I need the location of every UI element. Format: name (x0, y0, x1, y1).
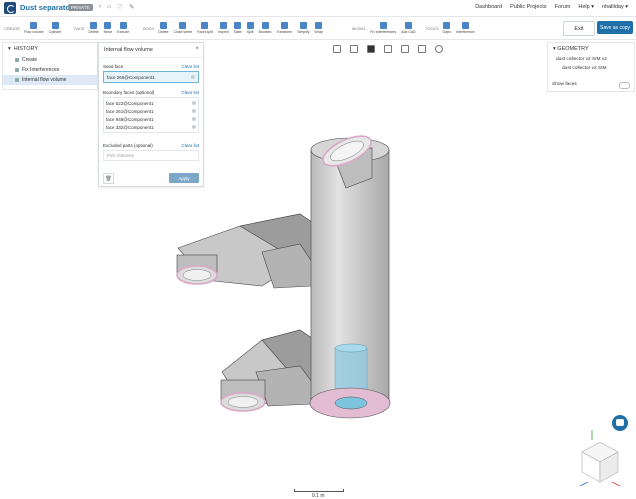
boundary-faces-list: face 522@Component1 face 261@Component1 … (103, 97, 199, 133)
remove-icon[interactable] (192, 125, 196, 129)
scale-label: 0.1 m (312, 493, 325, 499)
geometry-header[interactable]: ▾ GEOMETRY (548, 43, 634, 55)
history-header[interactable]: ▾ HISTORY (3, 43, 97, 55)
scale-bar (294, 489, 344, 492)
geometry-panel: ▾ GEOMETRY dust collector v2 SIM v2 dust… (547, 42, 635, 92)
list-item[interactable]: face 332@Component1 (106, 123, 196, 131)
history-panel: ▾ HISTORY Create Fix Interferences Inter… (2, 42, 98, 90)
view-settings-icon[interactable] (350, 45, 358, 53)
flow-volume-icon (15, 78, 19, 82)
view-cube-icon[interactable] (333, 45, 341, 53)
trash-icon[interactable]: 🗑 (103, 173, 114, 184)
list-item[interactable]: face 948@Component1 (106, 115, 196, 123)
zoom-icon[interactable] (435, 45, 443, 53)
help-chat-icon[interactable] (612, 415, 628, 431)
viewport-toolbar (333, 45, 443, 53)
seed-clear-list-link[interactable]: Clear list (181, 64, 199, 69)
geometry-item[interactable]: dust collector v2 SIM v2 (548, 55, 634, 64)
excluded-parts-label: Excluded parts (optional) (103, 143, 153, 148)
separator-cylinder[interactable] (309, 130, 391, 419)
apply-button[interactable]: Apply (169, 173, 199, 183)
history-item-internal-flow-volume[interactable]: Internal flow volume (3, 75, 97, 85)
dialog-title: Internal flow volume (99, 43, 203, 58)
history-title: HISTORY (13, 46, 39, 52)
show-faces-toggle[interactable] (619, 82, 630, 89)
remove-icon[interactable] (192, 117, 196, 121)
wireframe-view-icon[interactable] (384, 45, 392, 53)
create-icon (15, 58, 19, 62)
remove-icon[interactable] (192, 101, 196, 105)
seed-face-section: Seed face Clear list face 266@Component1 (103, 64, 199, 83)
upper-inlet-duct[interactable] (176, 213, 313, 289)
seed-face-label: Seed face (103, 64, 124, 69)
chevron-down-icon: ▾ (553, 46, 556, 52)
chevron-down-icon: ▾ (8, 46, 11, 52)
excluded-parts-section: Excluded parts (optional) Clear list Pic… (103, 143, 199, 161)
list-item[interactable]: face 261@Component1 (106, 107, 196, 115)
list-item[interactable]: face 522@Component1 (106, 99, 196, 107)
excluded-clear-list-link[interactable]: Clear list (181, 143, 199, 148)
show-faces-label: Show faces (552, 82, 577, 87)
seed-face-field[interactable]: face 266@Component1 (103, 71, 199, 83)
boundary-clear-list-link[interactable]: Clear list (181, 90, 199, 95)
boundary-faces-label: Boundary faces (optional) (103, 90, 155, 95)
pick-volumes-input[interactable]: Pick Volumes (103, 150, 199, 161)
close-icon[interactable]: × (195, 46, 199, 52)
lower-inlet-duct[interactable] (220, 329, 313, 412)
boundary-faces-section: Boundary faces (optional) Clear list fac… (103, 90, 199, 133)
fit-view-icon[interactable] (418, 45, 426, 53)
orientation-cube[interactable] (579, 430, 621, 487)
fix-interferences-icon (15, 68, 19, 72)
section-view-icon[interactable] (401, 45, 409, 53)
history-item-create[interactable]: Create (3, 55, 97, 65)
solid-view-icon[interactable] (367, 45, 375, 53)
geometry-sub-item[interactable]: dust collector v2 SIM (548, 64, 634, 73)
remove-icon[interactable] (191, 75, 195, 79)
remove-icon[interactable] (192, 109, 196, 113)
history-item-fix-interferences[interactable]: Fix Interferences (3, 65, 97, 75)
internal-flow-volume-dialog: Internal flow volume × Seed face Clear l… (98, 42, 204, 187)
